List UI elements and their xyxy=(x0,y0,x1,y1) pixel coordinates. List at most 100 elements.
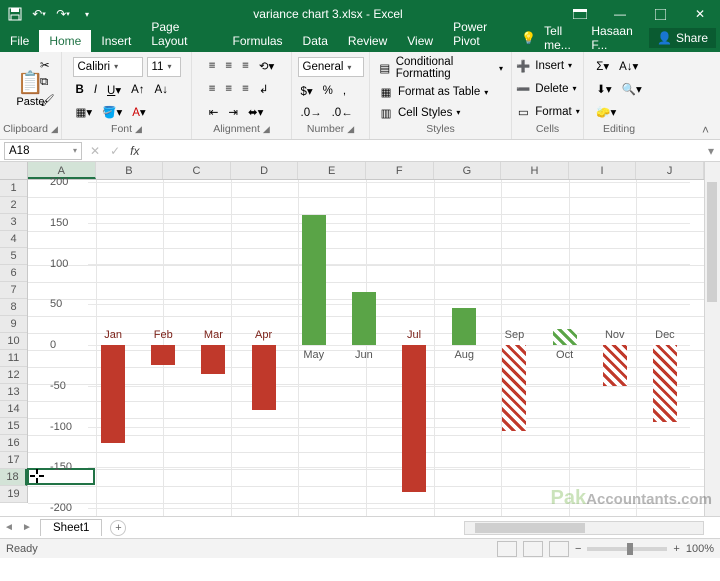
column-header[interactable]: I xyxy=(569,162,637,179)
row-header[interactable]: 7 xyxy=(0,282,27,299)
row-header[interactable]: 1 xyxy=(0,180,27,197)
worksheet-grid[interactable]: ABCDEFGHIJ 12345678910111213141516171819… xyxy=(0,162,720,516)
expand-formula-bar-icon[interactable]: ▾ xyxy=(708,144,714,158)
align-bottom-icon[interactable]: ≡ xyxy=(239,59,252,73)
horizontal-scrollbar[interactable] xyxy=(464,521,704,535)
row-header[interactable]: 10 xyxy=(0,333,27,350)
accounting-format-icon[interactable]: $▾ xyxy=(298,83,316,99)
row-header[interactable]: 11 xyxy=(0,350,27,367)
column-header[interactable]: B xyxy=(96,162,164,179)
format-cells-button[interactable]: ▭Format ▾ xyxy=(513,103,581,121)
borders-button[interactable]: ▦▾ xyxy=(73,104,96,120)
new-sheet-button[interactable]: + xyxy=(110,520,126,536)
fill-icon[interactable]: ⬇▾ xyxy=(593,81,614,97)
chart-bar[interactable] xyxy=(151,345,175,365)
row-header[interactable]: 18 xyxy=(0,469,27,486)
font-launcher-icon[interactable]: ◢ xyxy=(135,124,142,135)
cancel-formula-icon[interactable]: ✕ xyxy=(90,144,100,158)
row-header[interactable]: 16 xyxy=(0,435,27,452)
decrease-indent-icon[interactable]: ⇤ xyxy=(206,104,222,120)
number-launcher-icon[interactable]: ◢ xyxy=(347,124,354,135)
wrap-text-icon[interactable]: ↲ xyxy=(256,81,272,97)
align-left-icon[interactable]: ≡ xyxy=(206,82,219,96)
zoom-level[interactable]: 100% xyxy=(686,543,714,555)
user-name[interactable]: Hasaan F... xyxy=(591,24,641,52)
page-layout-view-icon[interactable] xyxy=(523,541,543,557)
chart-bar[interactable] xyxy=(452,308,476,345)
tab-insert[interactable]: Insert xyxy=(91,30,141,52)
underline-button[interactable]: U▾ xyxy=(104,82,124,98)
column-header[interactable]: F xyxy=(366,162,434,179)
clipboard-launcher-icon[interactable]: ◢ xyxy=(51,124,58,135)
increase-indent-icon[interactable]: ⇥ xyxy=(225,104,241,120)
column-header[interactable]: E xyxy=(298,162,366,179)
zoom-slider-thumb[interactable] xyxy=(627,543,633,555)
zoom-in-button[interactable]: + xyxy=(673,543,679,555)
find-select-icon[interactable]: 🔍▾ xyxy=(619,81,645,97)
format-as-table-button[interactable]: ▦Format as Table ▾ xyxy=(376,83,505,101)
sheet-tab[interactable]: Sheet1 xyxy=(40,519,102,536)
align-center-icon[interactable]: ≡ xyxy=(222,82,235,96)
italic-button[interactable]: I xyxy=(91,83,100,97)
tab-formulas[interactable]: Formulas xyxy=(223,30,293,52)
row-header[interactable]: 14 xyxy=(0,401,27,418)
tab-home[interactable]: Home xyxy=(39,30,91,52)
row-header[interactable]: 3 xyxy=(0,214,27,231)
tell-me-label[interactable]: Tell me... xyxy=(544,24,583,52)
undo-icon[interactable]: ↶▾ xyxy=(30,5,48,23)
zoom-out-button[interactable]: − xyxy=(575,543,581,555)
autosum-icon[interactable]: Σ▾ xyxy=(593,58,612,74)
row-header[interactable]: 6 xyxy=(0,265,27,282)
row-header[interactable]: 2 xyxy=(0,197,27,214)
chart-bar[interactable] xyxy=(402,345,426,492)
sheet-nav-prev-icon[interactable]: ◄ xyxy=(0,522,18,533)
font-name-dropdown[interactable]: Calibri▾ xyxy=(73,57,143,77)
fx-icon[interactable]: fx xyxy=(130,144,139,158)
increase-font-icon[interactable]: A↑ xyxy=(128,83,147,97)
column-header[interactable]: C xyxy=(163,162,231,179)
column-header[interactable]: H xyxy=(501,162,569,179)
chart-bar[interactable] xyxy=(653,345,677,422)
save-icon[interactable] xyxy=(6,5,24,23)
horizontal-scroll-thumb[interactable] xyxy=(475,523,585,533)
orientation-icon[interactable]: ⟲▾ xyxy=(256,58,277,74)
column-header[interactable]: G xyxy=(434,162,502,179)
align-top-icon[interactable]: ≡ xyxy=(206,59,219,73)
chart-bar[interactable] xyxy=(302,215,326,345)
sheet-nav-next-icon[interactable]: ► xyxy=(18,522,36,533)
column-header[interactable]: D xyxy=(231,162,299,179)
comma-format-icon[interactable]: , xyxy=(340,84,349,98)
clear-icon[interactable]: 🧽▾ xyxy=(593,104,619,120)
redo-icon[interactable]: ↷▾ xyxy=(54,5,72,23)
font-size-dropdown[interactable]: 11▾ xyxy=(147,57,181,77)
vertical-scrollbar[interactable] xyxy=(704,162,720,516)
chart-bar[interactable] xyxy=(201,345,225,374)
tell-me-icon[interactable]: 💡 xyxy=(521,31,536,45)
cell-styles-button[interactable]: ▥Cell Styles ▾ xyxy=(376,104,505,122)
alignment-launcher-icon[interactable]: ◢ xyxy=(263,124,270,135)
collapse-ribbon-icon[interactable]: ˄ xyxy=(702,123,716,137)
chart-bar[interactable] xyxy=(252,345,276,410)
chart-bar[interactable] xyxy=(352,292,376,345)
cut-icon[interactable]: ✂ xyxy=(40,58,55,72)
fill-color-button[interactable]: 🪣▾ xyxy=(99,104,125,120)
row-header[interactable]: 8 xyxy=(0,299,27,316)
embedded-chart[interactable]: -200-150-100-50050100150200JanFebMarAprM… xyxy=(34,180,698,510)
vertical-scroll-thumb[interactable] xyxy=(707,182,717,302)
tab-page-layout[interactable]: Page Layout xyxy=(141,16,222,52)
normal-view-icon[interactable] xyxy=(497,541,517,557)
increase-decimal-icon[interactable]: .0→ xyxy=(298,106,325,120)
chart-bar[interactable] xyxy=(502,345,526,431)
copy-icon[interactable]: ⧉ xyxy=(40,76,55,89)
row-header[interactable]: 5 xyxy=(0,248,27,265)
conditional-formatting-button[interactable]: ▤Conditional Formatting ▾ xyxy=(376,55,505,81)
merge-center-icon[interactable]: ⬌▾ xyxy=(245,104,266,120)
number-format-dropdown[interactable]: General▾ xyxy=(298,57,364,77)
name-box[interactable]: A18▾ xyxy=(4,142,82,160)
share-button[interactable]: 👤 Share xyxy=(649,28,716,48)
tab-power-pivot[interactable]: Power Pivot xyxy=(443,16,521,52)
bold-button[interactable]: B xyxy=(73,83,87,97)
font-color-button[interactable]: A▾ xyxy=(129,104,148,120)
decrease-font-icon[interactable]: A↓ xyxy=(152,83,171,97)
qat-customize-icon[interactable]: ▾ xyxy=(78,5,96,23)
